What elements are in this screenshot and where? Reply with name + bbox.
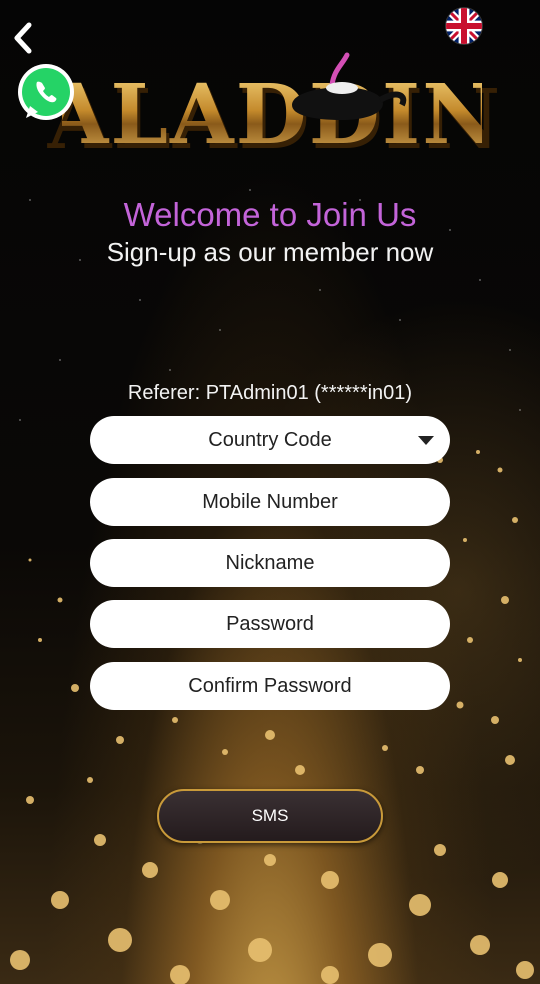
nickname-placeholder: Nickname [225, 551, 315, 574]
genie-lamp-icon [292, 52, 407, 120]
country-code-select[interactable]: Country Code [90, 416, 450, 464]
whatsapp-button[interactable] [14, 62, 78, 126]
nickname-input[interactable]: Nickname [90, 539, 450, 587]
chevron-left-icon [14, 22, 32, 54]
password-input[interactable]: Password [90, 600, 450, 648]
password-placeholder: Password [226, 612, 314, 635]
country-code-label: Country Code [208, 428, 332, 451]
referer-text: Referer: PTAdmin01 (******in01) [127, 382, 413, 404]
caret-down-icon [418, 436, 434, 445]
mobile-number-placeholder: Mobile Number [202, 490, 338, 513]
sms-button[interactable]: SMS [157, 789, 383, 843]
sms-button-label: SMS [251, 806, 289, 825]
mobile-number-input[interactable]: Mobile Number [90, 478, 450, 526]
whatsapp-icon [18, 64, 74, 120]
confirm-password-placeholder: Confirm Password [188, 674, 352, 697]
welcome-subtitle: Sign-up as our member now [106, 237, 434, 267]
back-button[interactable] [8, 18, 38, 58]
welcome-title: Welcome to Join Us [123, 196, 417, 233]
language-switch-button[interactable] [446, 8, 482, 44]
confirm-password-input[interactable]: Confirm Password [90, 662, 450, 710]
uk-flag-icon [446, 8, 482, 44]
